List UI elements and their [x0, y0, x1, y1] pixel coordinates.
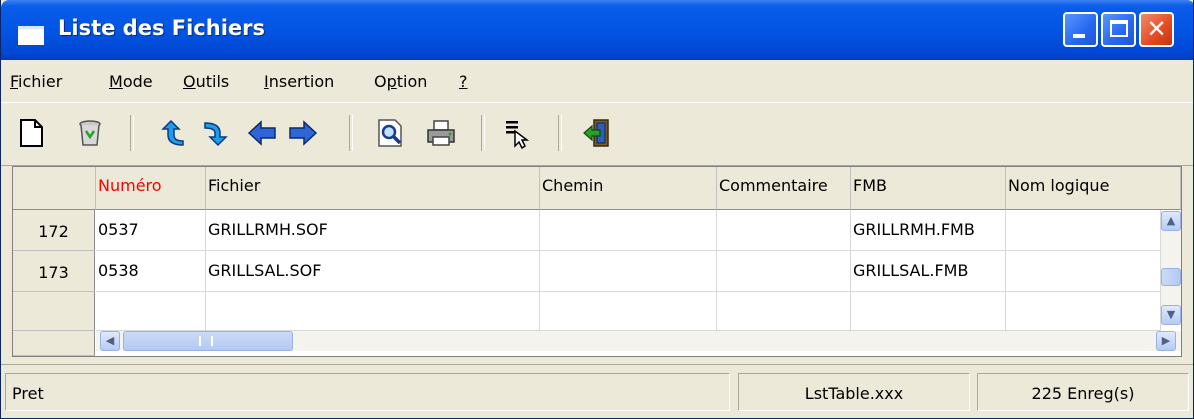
table-cell-empty[interactable] [206, 292, 540, 331]
vertical-scrollbar[interactable]: ▲ ▼ [1161, 211, 1181, 325]
table-cell-fmb[interactable]: GRILLSAL.FMB [851, 251, 1006, 292]
close-icon: ✕ [1146, 15, 1167, 43]
table-cell-nom-logique[interactable] [1006, 210, 1161, 251]
minimize-button[interactable] [1063, 12, 1098, 47]
table-cell-numero[interactable]: 0537 [96, 210, 206, 251]
menu-mode[interactable]: Mode [109, 72, 153, 91]
table-cell-fichier[interactable]: GRILLRMH.SOF [206, 210, 540, 251]
row-header-bottom [13, 331, 95, 356]
chevron-down-icon: ▼ [1166, 308, 1176, 321]
column-header-commentaire[interactable]: Commentaire [717, 167, 851, 210]
toolbar [1, 102, 1193, 166]
maximize-button[interactable] [1101, 12, 1136, 47]
scroll-grip-icon [199, 336, 213, 346]
table-cell-nom-logique[interactable] [1006, 251, 1161, 292]
file-table: Numéro Fichier Chemin Commentaire FMB No… [12, 166, 1182, 357]
menu-outils[interactable]: Outils [183, 72, 229, 91]
toolbar-separator [130, 115, 134, 151]
arrow-right-icon[interactable] [287, 117, 319, 149]
table-cell-empty[interactable] [96, 292, 206, 331]
app-window-icon [18, 26, 44, 45]
chevron-right-icon: ▶ [1161, 334, 1171, 347]
menu-insertion[interactable]: Insertion [264, 72, 334, 91]
arrow-down-curved-icon[interactable] [201, 117, 233, 149]
row-header-empty[interactable] [13, 292, 95, 331]
table-cell-empty[interactable] [851, 292, 1006, 331]
select-cursor-icon[interactable] [501, 117, 533, 149]
table-cell-commentaire[interactable] [717, 210, 851, 251]
vertical-scroll-thumb[interactable] [1161, 268, 1181, 286]
title-bar[interactable]: Liste des Fichiers ✕ [1, 0, 1193, 60]
table-cell-fmb[interactable]: GRILLRMH.FMB [851, 210, 1006, 251]
table-cell-empty[interactable] [540, 292, 717, 331]
scroll-left-button[interactable]: ◀ [100, 331, 120, 351]
table-cell-commentaire[interactable] [717, 251, 851, 292]
arrow-left-icon[interactable] [246, 117, 278, 149]
horizontal-scrollbar[interactable]: ◀ ▶ [96, 331, 1181, 351]
printer-icon[interactable] [425, 117, 457, 149]
main-window: Liste des Fichiers ✕ Fichier Mode Outils… [0, 0, 1194, 419]
search-magnifier-icon[interactable] [374, 117, 406, 149]
close-button[interactable]: ✕ [1139, 12, 1174, 47]
menu-option[interactable]: Option [374, 72, 427, 91]
window-title: Liste des Fichiers [58, 16, 265, 40]
chevron-left-icon: ◀ [105, 334, 115, 347]
toolbar-separator [349, 115, 353, 151]
table-cell-empty[interactable] [1006, 292, 1161, 331]
arrow-up-curved-icon[interactable] [157, 117, 189, 149]
maximize-icon [1110, 20, 1128, 37]
row-header[interactable]: 173 [13, 251, 95, 292]
scroll-up-button[interactable]: ▲ [1161, 211, 1181, 231]
row-header[interactable]: 172 [13, 210, 95, 251]
menu-bar: Fichier Mode Outils Insertion Option ? [1, 64, 1193, 100]
column-header-numero[interactable]: Numéro [96, 167, 206, 210]
toolbar-separator [558, 115, 562, 151]
table-corner-header[interactable] [13, 167, 96, 210]
column-header-nom-logique[interactable]: Nom logique [1006, 167, 1181, 210]
column-header-chemin[interactable]: Chemin [540, 167, 717, 210]
menu-help[interactable]: ? [459, 72, 468, 91]
chevron-up-icon: ▲ [1166, 214, 1176, 227]
scroll-right-button[interactable]: ▶ [1156, 331, 1176, 351]
table-cell-chemin[interactable] [540, 210, 717, 251]
status-bar: Pret LstTable.xxx 225 Enreg(s) [1, 364, 1193, 418]
scroll-down-button[interactable]: ▼ [1161, 305, 1181, 325]
column-header-fichier[interactable]: Fichier [206, 167, 540, 210]
table-cell-empty[interactable] [717, 292, 851, 331]
horizontal-scroll-thumb[interactable] [123, 331, 293, 351]
exit-door-icon[interactable] [581, 117, 613, 149]
new-document-icon[interactable] [15, 117, 47, 149]
recycle-bin-icon[interactable] [74, 117, 106, 149]
status-record-count: 225 Enreg(s) [977, 373, 1189, 411]
column-header-fmb[interactable]: FMB [851, 167, 1006, 210]
table-cell-fichier[interactable]: GRILLSAL.SOF [206, 251, 540, 292]
menu-fichier[interactable]: Fichier [10, 72, 62, 91]
status-table-name: LstTable.xxx [738, 373, 970, 411]
minimize-icon [1073, 34, 1085, 38]
status-state: Pret [5, 373, 730, 411]
table-cell-numero[interactable]: 0538 [96, 251, 206, 292]
table-cell-chemin[interactable] [540, 251, 717, 292]
toolbar-separator [481, 115, 485, 151]
